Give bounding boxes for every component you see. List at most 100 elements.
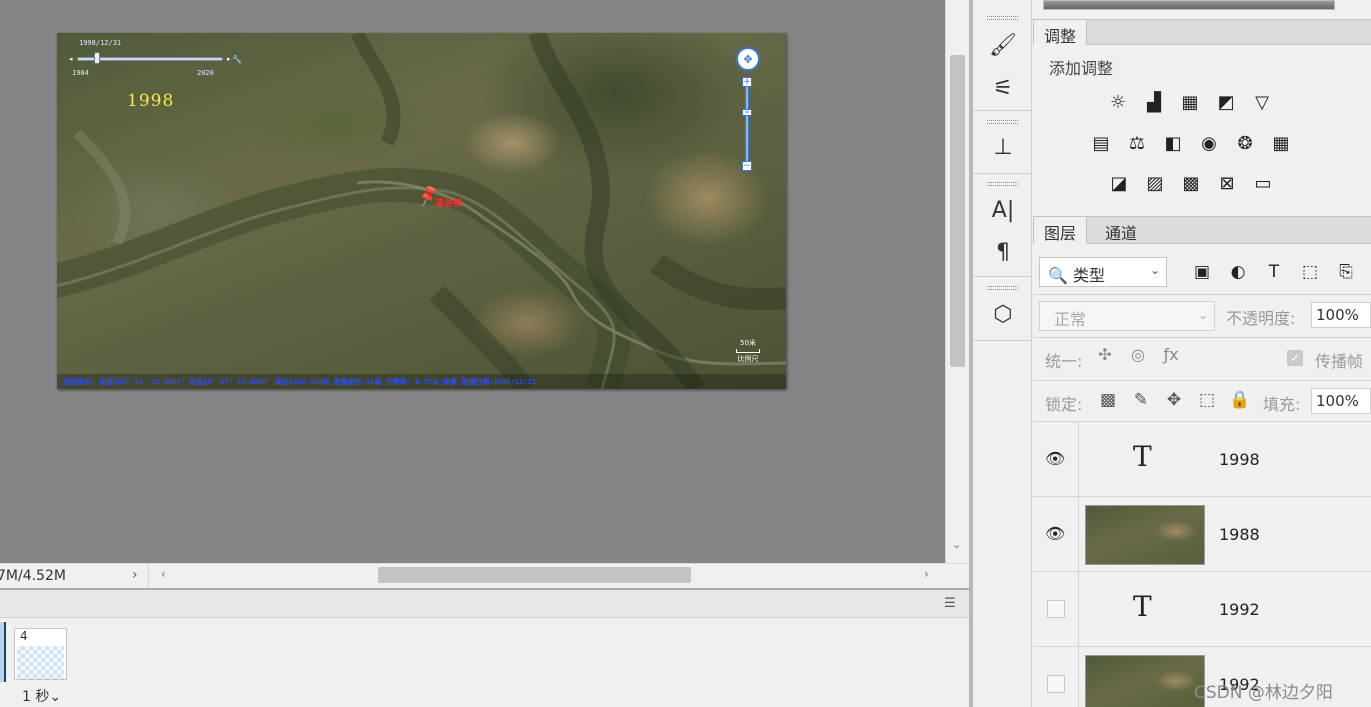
exposure-icon[interactable]: ◩ [1214,91,1238,115]
black-white-icon[interactable]: ◧ [1161,132,1185,156]
zoom-bar[interactable] [745,83,749,163]
curves-icon[interactable]: ▦ [1178,91,1202,115]
tab-channels[interactable]: 通道 [1095,217,1147,243]
scroll-down-icon[interactable]: ⌄ [952,538,961,551]
lock-artboard-icon[interactable]: ⬚ [1196,390,1218,410]
animation-frame[interactable]: 4 [14,628,67,680]
lock-all-icon[interactable]: 🔒 [1229,390,1251,410]
tab-layers[interactable]: 图层 [1033,217,1088,244]
scroll-left-icon[interactable]: ‹ [161,567,166,581]
character-panel-icon[interactable]: A| [987,196,1019,226]
layer-filter-select[interactable]: 🔍 类型 ⌄ [1039,257,1167,287]
document-canvas[interactable]: 1998/12/31 ◂ ▸ 🔧 1984 2020 1998 ✥ + = − … [0,0,945,563]
color-balance-icon[interactable]: ⚖ [1125,132,1149,156]
horizontal-scroll-thumb[interactable] [378,567,691,583]
invert-icon[interactable]: ◪ [1107,172,1131,196]
unify-visibility-icon[interactable]: ◎ [1126,345,1150,364]
eye-icon[interactable]: 👁 [1045,449,1065,468]
filter-smart-object-icon[interactable]: ⎘ [1334,260,1358,284]
filter-shape-icon[interactable]: ⬚ [1298,260,1322,284]
slider-prev-icon[interactable]: ◂ [69,55,73,63]
layer-thumbnail[interactable] [1085,505,1205,565]
blend-mode-select[interactable]: 正常 ⌄ [1039,301,1215,331]
dock-grip[interactable] [987,120,1018,124]
zoom-plus-icon[interactable]: + [742,77,752,87]
fill-input[interactable]: 100% [1311,388,1371,414]
brightness-contrast-icon[interactable]: ☼ [1106,91,1130,115]
scroll-right-icon[interactable]: › [924,567,929,581]
zoom-minus-icon[interactable]: − [742,161,752,171]
horizontal-scrollbar[interactable]: ‹ › [148,564,945,588]
hidden-visibility-box[interactable] [1047,600,1065,618]
year-slider[interactable]: ◂ ▸ [69,52,239,64]
channel-mixer-icon[interactable]: ❂ [1233,132,1257,156]
lock-transparent-icon[interactable]: ▩ [1097,390,1119,410]
panel-menu-icon[interactable]: ☰ [944,596,956,611]
status-menu-arrow-icon[interactable]: › [132,567,138,583]
layer-name[interactable]: 1988 [1219,525,1260,544]
filter-image-icon[interactable]: ▣ [1190,260,1214,284]
frame-delay-select[interactable]: 1 秒⌄ [22,686,61,706]
slider-handle[interactable] [94,52,101,64]
dock-grip[interactable] [987,286,1018,290]
color-lookup-icon[interactable]: ▦ [1269,132,1293,156]
zoom-thumb[interactable]: = [742,109,752,116]
layer-row[interactable]: 👁 1988 [1033,497,1371,572]
layer-name[interactable]: 1998 [1219,450,1260,469]
unify-position-icon[interactable]: ✣ [1093,345,1117,364]
vertical-scrollbar[interactable]: ⌄ [945,0,969,563]
layers-tabs: 图层 通道 [1033,216,1371,244]
vibrance-icon[interactable]: ▽ [1250,91,1274,115]
document-size: 7M/4.52M [0,568,66,584]
hidden-visibility-box[interactable] [1047,675,1065,693]
year-overlay-text[interactable]: 1998 [127,91,174,111]
opacity-input[interactable]: 100% [1311,302,1371,328]
watermark-text: CSDN @林边夕阳 [1194,683,1333,703]
threshold-icon[interactable]: ▩ [1179,172,1203,196]
propagate-label: 传播帧 [1315,352,1364,371]
tab-adjustments[interactable]: 调整 [1033,20,1088,46]
visibility-toggle[interactable]: 👁 [1033,497,1079,572]
lock-pixels-icon[interactable]: ✎ [1130,390,1152,410]
clone-source-icon[interactable]: ⊥ [987,133,1019,163]
brush-preset-icon[interactable]: 🖌 [987,31,1019,61]
propagate-checkbox[interactable]: ✓ [1287,350,1303,366]
layer-name[interactable]: 1992 [1219,600,1260,619]
scale-sub: 比例尺 [737,355,759,363]
slider-next-icon[interactable]: ▸ [227,55,231,63]
filter-text-icon[interactable]: T [1262,260,1286,284]
satellite-map-image[interactable]: 1998/12/31 ◂ ▸ 🔧 1984 2020 1998 ✥ + = − … [57,33,786,389]
visibility-toggle[interactable] [1033,572,1079,647]
frame-thumbnail[interactable] [17,646,64,679]
eye-icon[interactable]: 👁 [1045,524,1065,543]
slider-start-year: 1984 [72,69,89,77]
lock-position-icon[interactable]: ✥ [1163,390,1185,410]
vertical-scroll-thumb[interactable] [950,55,965,367]
previous-frame-edge[interactable] [0,622,6,682]
selective-color-icon[interactable]: ⊠ [1215,172,1239,196]
wrench-icon[interactable]: 🔧 [232,55,242,64]
posterize-icon[interactable]: ▨ [1143,172,1167,196]
visibility-toggle[interactable] [1033,647,1079,707]
dock-grip[interactable] [987,16,1018,20]
visibility-toggle[interactable]: 👁 [1033,422,1079,497]
layer-thumbnail[interactable] [1085,655,1205,707]
brush-settings-icon[interactable]: ⚟ [987,74,1019,104]
layer-row[interactable]: T 1992 [1033,572,1371,647]
pan-compass-icon[interactable]: ✥ [736,47,760,71]
photo-filter-icon[interactable]: ◉ [1197,132,1221,156]
chevron-down-icon: ⌄ [1149,263,1160,277]
layer-filter-value: 类型 [1073,266,1106,285]
layer-row[interactable]: 👁 T 1998 [1033,422,1371,497]
slider-end-year: 2020 [197,69,214,77]
paragraph-panel-icon[interactable]: ¶ [987,238,1019,268]
3d-panel-icon[interactable]: ⬡ [987,300,1019,330]
hue-saturation-icon[interactable]: ▤ [1089,132,1113,156]
frame-delay-value: 1 秒 [22,689,50,705]
gradient-map-icon[interactable]: ▭ [1251,172,1275,196]
row-separator [1033,337,1371,338]
dock-grip[interactable] [987,182,1018,186]
unify-style-icon[interactable]: ƒx [1159,345,1183,364]
levels-icon[interactable]: ▟ [1142,91,1166,115]
filter-adjustment-icon[interactable]: ◐ [1226,260,1250,284]
